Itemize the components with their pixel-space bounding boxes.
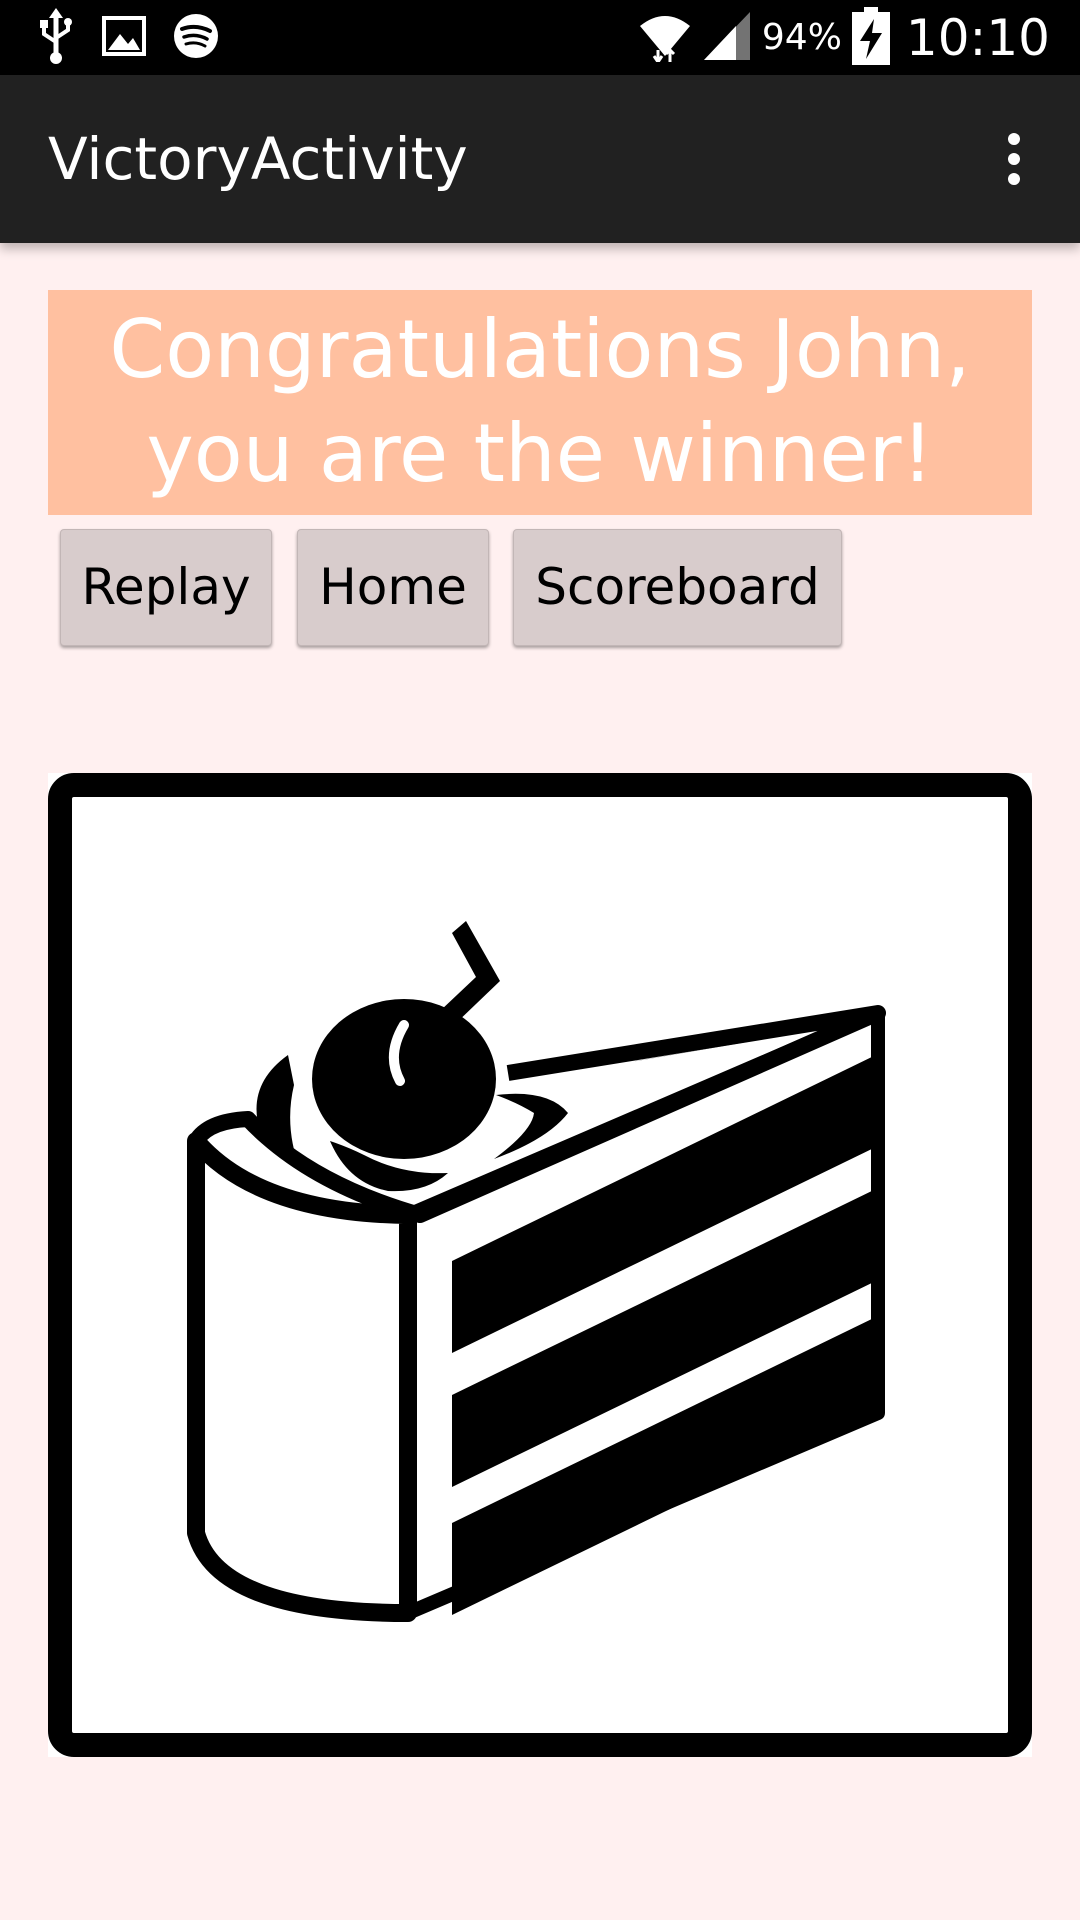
battery-charging-icon xyxy=(851,6,890,69)
usb-icon xyxy=(36,8,76,68)
cake-image xyxy=(48,773,1032,1757)
banner-line-1: Congratulations John, xyxy=(109,303,971,396)
home-button[interactable]: Home xyxy=(297,529,489,646)
scoreboard-button[interactable]: Scoreboard xyxy=(513,529,842,646)
replay-button[interactable]: Replay xyxy=(60,529,272,646)
status-bar-notifications xyxy=(36,8,220,68)
battery-percentage: 94% xyxy=(761,17,842,58)
app-bar: VictoryActivity xyxy=(0,75,1080,243)
cake-icon xyxy=(48,773,1032,1757)
status-bar-system: 94% 10:10 xyxy=(638,0,1050,75)
status-bar: 94% 10:10 xyxy=(0,0,1080,75)
app-title: VictoryActivity xyxy=(48,125,468,193)
spotify-icon xyxy=(172,12,220,64)
signal-icon xyxy=(702,10,752,66)
clock: 10:10 xyxy=(905,8,1050,67)
winner-banner: Congratulations John, you are the winner… xyxy=(48,290,1032,515)
overflow-menu-icon[interactable] xyxy=(978,119,1050,199)
wifi-icon xyxy=(638,10,692,66)
banner-line-2: you are the winner! xyxy=(146,407,934,500)
image-icon xyxy=(102,16,146,60)
